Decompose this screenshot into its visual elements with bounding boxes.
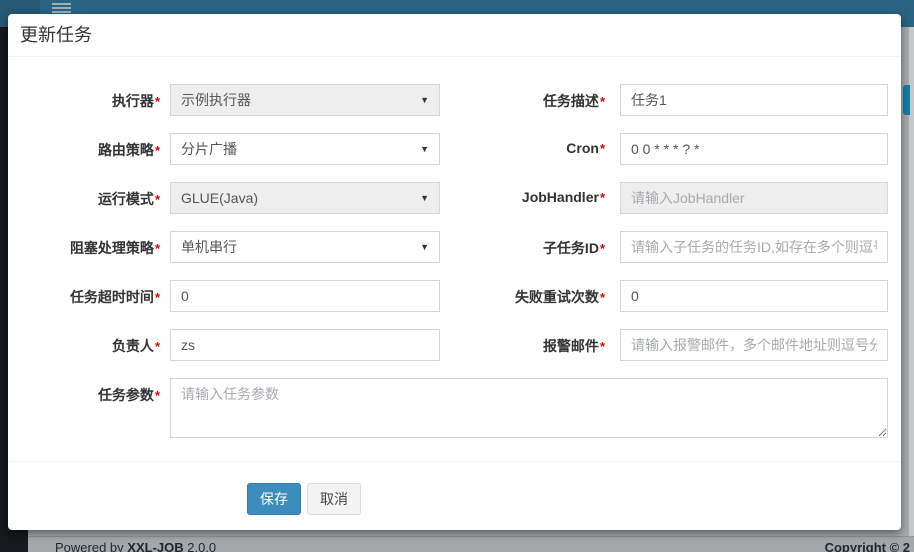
child-job-id-label: 子任务ID* — [440, 231, 605, 258]
required-mark: * — [600, 290, 605, 305]
background-button-fragment — [903, 85, 910, 115]
menu-icon[interactable] — [52, 3, 71, 14]
required-mark: * — [155, 290, 160, 305]
cancel-button[interactable]: 取消 — [307, 483, 361, 515]
fail-retry-label: 失败重试次数* — [440, 280, 605, 307]
modal-body: 执行器* 示例执行器 ▼ 任务描述* 路由策略* 分片广播 ▼ Cron* 运行… — [8, 57, 901, 515]
version-text: 2.0.0 — [187, 540, 216, 552]
footer-divider — [8, 461, 901, 462]
required-mark: * — [600, 190, 605, 205]
brand-text: XXL-JOB — [127, 540, 183, 552]
required-mark: * — [155, 388, 160, 403]
required-mark: * — [600, 339, 605, 354]
block-strategy-label: 阻塞处理策略* — [8, 231, 160, 258]
route-strategy-select[interactable]: 分片广播 ▼ — [170, 133, 440, 165]
required-mark: * — [600, 141, 605, 156]
fail-retry-input[interactable] — [620, 280, 888, 312]
required-mark: * — [600, 241, 605, 256]
job-desc-label: 任务描述* — [440, 84, 605, 111]
required-mark: * — [600, 94, 605, 109]
job-desc-input[interactable] — [620, 84, 888, 116]
required-mark: * — [155, 143, 160, 158]
route-strategy-label: 路由策略* — [8, 133, 160, 160]
job-handler-label: JobHandler* — [440, 182, 605, 205]
required-mark: * — [155, 94, 160, 109]
page-footer: Powered by XXL-JOB 2.0.0 Copyright © 2 — [28, 536, 914, 552]
timeout-input[interactable] — [170, 280, 440, 312]
copyright-text: Copyright © 2 — [825, 540, 910, 552]
executor-select: 示例执行器 ▼ — [170, 84, 440, 116]
modal-header: 更新任务 — [8, 14, 901, 57]
child-job-id-input[interactable] — [620, 231, 888, 263]
author-input[interactable] — [170, 329, 440, 361]
glue-type-select: GLUE(Java) ▼ — [170, 182, 440, 214]
chevron-down-icon: ▼ — [420, 193, 429, 203]
timeout-label: 任务超时时间* — [8, 280, 160, 307]
save-button[interactable]: 保存 — [247, 483, 301, 515]
cron-input[interactable] — [620, 133, 888, 165]
executor-label: 执行器* — [8, 84, 160, 111]
alarm-email-input[interactable] — [620, 329, 888, 361]
powered-by-text: Powered by XXL-JOB 2.0.0 — [55, 540, 216, 552]
chevron-down-icon: ▼ — [420, 242, 429, 252]
required-mark: * — [155, 339, 160, 354]
chevron-down-icon: ▼ — [420, 95, 429, 105]
update-job-modal: 更新任务 执行器* 示例执行器 ▼ 任务描述* 路由策略* 分片广播 ▼ Cro… — [8, 14, 901, 530]
block-strategy-select[interactable]: 单机串行 ▼ — [170, 231, 440, 263]
chevron-down-icon: ▼ — [420, 144, 429, 154]
job-param-textarea[interactable] — [170, 378, 888, 438]
cron-label: Cron* — [440, 133, 605, 156]
required-mark: * — [155, 241, 160, 256]
required-mark: * — [155, 192, 160, 207]
author-label: 负责人* — [8, 329, 160, 356]
job-handler-input — [620, 182, 888, 214]
alarm-email-label: 报警邮件* — [440, 329, 605, 356]
modal-title: 更新任务 — [20, 26, 889, 45]
job-param-label: 任务参数* — [8, 378, 160, 405]
glue-type-label: 运行模式* — [8, 182, 160, 209]
